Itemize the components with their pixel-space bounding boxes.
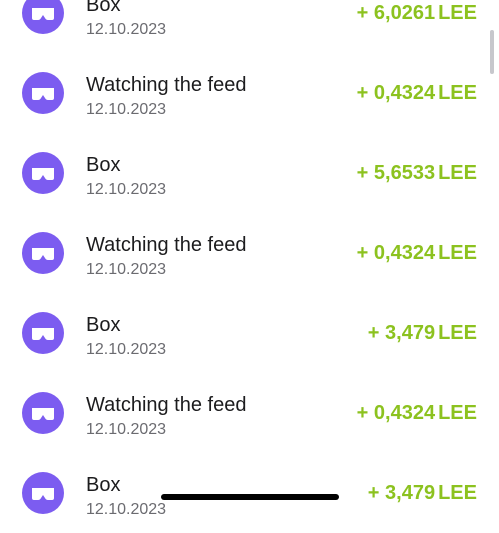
transaction-list[interactable]: Box 12.10.2023 + 6,0261 LEE Watching the …: [0, 0, 499, 533]
transaction-row[interactable]: Watching the feed 12.10.2023 + 0,4324 LEE: [0, 373, 499, 453]
transaction-row[interactable]: Box 12.10.2023 + 5,6533 LEE: [0, 133, 499, 213]
vr-goggles-icon: [22, 232, 64, 274]
vr-goggles-icon: [22, 152, 64, 194]
transaction-date: 12.10.2023: [86, 21, 167, 38]
transaction-row[interactable]: Box 12.10.2023 + 3,479 LEE: [0, 293, 499, 373]
transaction-row[interactable]: Watching the feed 12.10.2023 + 0,4324 LEE: [0, 53, 499, 133]
transaction-amount: + 3,479 LEE: [368, 481, 477, 505]
home-indicator[interactable]: [161, 494, 339, 500]
currency-label: LEE: [438, 482, 477, 504]
transaction-date: 12.10.2023: [86, 261, 167, 278]
vr-goggles-icon: [22, 392, 64, 434]
amount-value: + 6,0261: [356, 2, 436, 24]
vr-goggles-icon: [22, 72, 64, 114]
amount-value: + 0,4324: [356, 242, 436, 264]
amount-value: + 0,4324: [356, 82, 436, 104]
amount-value: + 3,479: [367, 482, 436, 504]
transaction-amount: + 3,479 LEE: [368, 321, 477, 345]
transaction-title: Watching the feed: [86, 234, 247, 256]
transaction-title: Box: [86, 314, 121, 336]
transaction-date: 12.10.2023: [86, 421, 167, 438]
transaction-amount: + 0,4324 LEE: [357, 81, 477, 105]
transaction-date: 12.10.2023: [86, 501, 167, 518]
transaction-date: 12.10.2023: [86, 181, 167, 198]
transaction-amount: + 0,4324 LEE: [357, 401, 477, 425]
currency-label: LEE: [438, 402, 477, 424]
transaction-title: Box: [86, 154, 121, 176]
currency-label: LEE: [438, 2, 477, 24]
transaction-date: 12.10.2023: [86, 101, 167, 118]
amount-value: + 5,6533: [356, 162, 436, 184]
currency-label: LEE: [438, 82, 477, 104]
transaction-amount: + 0,4324 LEE: [357, 241, 477, 265]
vr-goggles-icon: [22, 312, 64, 354]
transaction-title: Box: [86, 474, 121, 496]
currency-label: LEE: [438, 162, 477, 184]
transaction-title: Watching the feed: [86, 394, 247, 416]
currency-label: LEE: [438, 322, 477, 344]
transaction-row[interactable]: Box 12.10.2023 + 6,0261 LEE: [0, 0, 499, 53]
transaction-title: Watching the feed: [86, 74, 247, 96]
vr-goggles-icon: [22, 472, 64, 514]
transaction-title: Box: [86, 0, 121, 16]
amount-value: + 0,4324: [356, 402, 436, 424]
amount-value: + 3,479: [367, 322, 436, 344]
transaction-amount: + 5,6533 LEE: [357, 161, 477, 185]
vr-goggles-icon: [22, 0, 64, 34]
transaction-row[interactable]: Box 12.10.2023 + 3,479 LEE: [0, 453, 499, 533]
transaction-row[interactable]: Watching the feed 12.10.2023 + 0,4324 LEE: [0, 213, 499, 293]
transaction-amount: + 6,0261 LEE: [357, 1, 477, 25]
transaction-date: 12.10.2023: [86, 341, 167, 358]
scrollbar[interactable]: [490, 30, 494, 74]
currency-label: LEE: [438, 242, 477, 264]
